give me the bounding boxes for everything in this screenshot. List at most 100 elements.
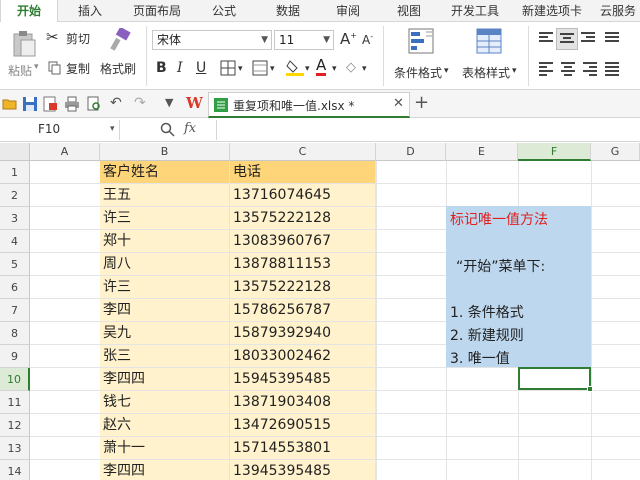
- row-header[interactable]: 2: [0, 184, 30, 207]
- underline-button[interactable]: U: [196, 60, 206, 76]
- table-cell-phone[interactable]: 13945395485: [230, 460, 376, 480]
- align-top-right-button[interactable]: [580, 30, 598, 48]
- table-cell-name[interactable]: 周八: [100, 253, 230, 276]
- undo-icon[interactable]: ↶: [110, 95, 122, 111]
- export-pdf-icon[interactable]: [42, 96, 58, 112]
- table-cell-phone[interactable]: 13083960767: [230, 230, 376, 253]
- row-header[interactable]: 4: [0, 230, 30, 253]
- row-header[interactable]: 3: [0, 207, 30, 230]
- paste-button[interactable]: 粘贴 ▾: [6, 28, 42, 84]
- tab-data[interactable]: 数据: [260, 0, 316, 22]
- table-cell-name[interactable]: 吴九: [100, 322, 230, 345]
- fill-color-icon[interactable]: [286, 58, 304, 76]
- tab-new-tab[interactable]: 新建选项卡: [514, 0, 590, 22]
- tab-formulas[interactable]: 公式: [196, 0, 252, 22]
- row-header[interactable]: 11: [0, 391, 30, 414]
- row-header[interactable]: 13: [0, 437, 30, 460]
- print-preview-icon[interactable]: [86, 96, 102, 112]
- table-cell-phone[interactable]: 15786256787: [230, 299, 376, 322]
- row-header[interactable]: 10: [0, 368, 30, 391]
- chevron-down-icon[interactable]: ▾: [270, 64, 275, 74]
- table-cell-name[interactable]: 李四四: [100, 368, 230, 391]
- tab-developer[interactable]: 开发工具: [442, 0, 508, 22]
- borders-icon[interactable]: [220, 60, 236, 76]
- table-cell-phone[interactable]: 13575222128: [230, 276, 376, 299]
- clear-format-icon[interactable]: ◇: [346, 60, 356, 75]
- column-header-a[interactable]: A: [30, 143, 100, 161]
- align-top-left-button[interactable]: [538, 30, 556, 48]
- align-top-center-button[interactable]: [556, 28, 578, 50]
- table-cell-phone[interactable]: 13878811153: [230, 253, 376, 276]
- tab-home[interactable]: 开始: [0, 0, 58, 23]
- table-cell-name[interactable]: 萧十一: [100, 437, 230, 460]
- open-folder-icon[interactable]: [2, 96, 18, 112]
- copy-button[interactable]: 复制: [46, 58, 98, 78]
- table-cell-phone[interactable]: 13575222128: [230, 207, 376, 230]
- name-box[interactable]: F10 ▾: [0, 120, 120, 140]
- distributed-align-button[interactable]: [604, 60, 622, 78]
- print-icon[interactable]: [64, 96, 80, 112]
- document-tab[interactable]: 重复项和唯一值.xlsx * ✕: [208, 92, 410, 118]
- table-cell-name[interactable]: 张三: [100, 345, 230, 368]
- close-tab-icon[interactable]: ✕: [393, 96, 404, 111]
- fill-handle[interactable]: [587, 386, 593, 392]
- row-header[interactable]: 7: [0, 299, 30, 322]
- table-cell-name[interactable]: 赵六: [100, 414, 230, 437]
- table-cell-name[interactable]: 李四: [100, 299, 230, 322]
- table-cell-phone[interactable]: 13472690515: [230, 414, 376, 437]
- table-cell-phone[interactable]: 13716074645: [230, 184, 376, 207]
- font-name-select[interactable]: 宋体 ▼: [152, 30, 272, 50]
- format-painter-button[interactable]: 格式刷: [100, 28, 140, 84]
- chevron-down-icon[interactable]: ▾: [362, 64, 367, 74]
- insert-function-button[interactable]: fx: [184, 121, 196, 136]
- table-cell-name[interactable]: 王五: [100, 184, 230, 207]
- tab-page-layout[interactable]: 页面布局: [124, 0, 190, 22]
- tab-view[interactable]: 视图: [384, 0, 434, 22]
- table-cell-name[interactable]: 郑十: [100, 230, 230, 253]
- chevron-down-icon[interactable]: ▾: [305, 64, 310, 74]
- conditional-format-button[interactable]: 条件格式 ▾: [390, 26, 454, 86]
- tab-insert[interactable]: 插入: [62, 0, 118, 22]
- paste-dropdown-icon[interactable]: ▾: [34, 62, 39, 72]
- select-all-corner[interactable]: [0, 143, 30, 161]
- chevron-down-icon[interactable]: ▾: [332, 64, 337, 74]
- cell-b1[interactable]: 客户姓名: [100, 161, 230, 184]
- italic-button[interactable]: I: [177, 60, 183, 76]
- table-cell-name[interactable]: 李四四: [100, 460, 230, 480]
- column-header-e[interactable]: E: [446, 143, 518, 161]
- table-cell-phone[interactable]: 15945395485: [230, 368, 376, 391]
- new-tab-plus-icon[interactable]: +: [414, 92, 429, 113]
- table-cell-name[interactable]: 许三: [100, 207, 230, 230]
- row-header[interactable]: 8: [0, 322, 30, 345]
- table-cell-name[interactable]: 钱七: [100, 391, 230, 414]
- table-cell-name[interactable]: 许三: [100, 276, 230, 299]
- table-style-button[interactable]: 表格样式 ▾: [458, 26, 522, 86]
- table-cell-phone[interactable]: 15879392940: [230, 322, 376, 345]
- merge-cells-icon[interactable]: [252, 60, 268, 76]
- align-left-button[interactable]: [538, 60, 556, 78]
- cut-button[interactable]: ✂ 剪切: [46, 28, 98, 48]
- column-header-g[interactable]: G: [591, 143, 640, 161]
- row-header[interactable]: 6: [0, 276, 30, 299]
- table-cell-phone[interactable]: 15714553801: [230, 437, 376, 460]
- formula-input[interactable]: [216, 120, 640, 140]
- align-right-button[interactable]: [582, 60, 600, 78]
- instruction-note[interactable]: 标记唯一值方法 “开始”菜单下: 1. 条件格式 2. 新建规则 3. 唯一值: [446, 206, 591, 367]
- table-cell-phone[interactable]: 18033002462: [230, 345, 376, 368]
- font-color-icon[interactable]: A: [316, 57, 327, 76]
- row-header[interactable]: 5: [0, 253, 30, 276]
- decrease-font-icon[interactable]: A-: [362, 32, 373, 47]
- increase-font-icon[interactable]: A+: [340, 30, 357, 48]
- column-header-f[interactable]: F: [518, 143, 591, 161]
- row-header[interactable]: 12: [0, 414, 30, 437]
- column-header-b[interactable]: B: [100, 143, 230, 161]
- column-header-c[interactable]: C: [230, 143, 376, 161]
- chevron-down-icon[interactable]: ▾: [110, 124, 115, 134]
- save-icon[interactable]: [22, 96, 38, 112]
- table-cell-phone[interactable]: 13871903408: [230, 391, 376, 414]
- bold-button[interactable]: B: [156, 60, 167, 76]
- tab-cloud[interactable]: 云服务: [596, 0, 640, 22]
- zoom-search-icon[interactable]: [160, 122, 175, 137]
- row-header[interactable]: 14: [0, 460, 30, 480]
- redo-icon[interactable]: ↷: [134, 95, 146, 111]
